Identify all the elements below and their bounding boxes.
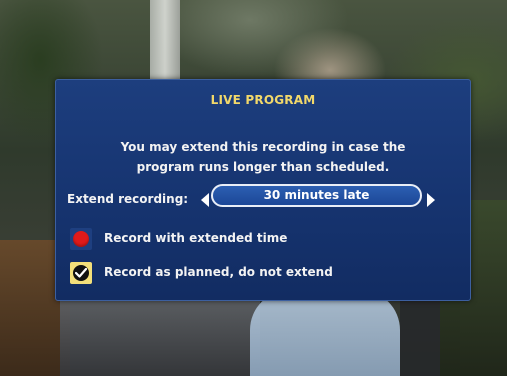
- record-dot-icon: [73, 231, 89, 247]
- dialog-message: You may extend this recording in case th…: [86, 137, 440, 177]
- live-program-dialog: LIVE PROGRAM You may extend this recordi…: [55, 79, 471, 301]
- background-pole: [150, 0, 180, 90]
- arrow-left-icon[interactable]: [201, 193, 209, 207]
- arrow-right-icon[interactable]: [427, 193, 435, 207]
- tv-background: LIVE PROGRAM You may extend this recordi…: [0, 0, 507, 376]
- message-line-1: You may extend this recording in case th…: [120, 140, 406, 154]
- extend-time-selector[interactable]: 30 minutes late: [211, 184, 422, 207]
- option-label-record-as-planned: Record as planned, do not extend: [104, 265, 333, 279]
- option-record-extended[interactable]: Record with extended time: [70, 228, 370, 252]
- record-option-icon-box: [70, 228, 92, 250]
- extend-recording-label: Extend recording:: [67, 192, 189, 206]
- checkmark-icon: [73, 265, 89, 281]
- background-laptop: [60, 300, 260, 376]
- background-person-shirt: [250, 290, 400, 376]
- option-record-as-planned[interactable]: Record as planned, do not extend: [70, 262, 370, 286]
- check-option-icon-box: [70, 262, 92, 284]
- checkmark-glyph: [75, 268, 87, 278]
- option-label-record-extended: Record with extended time: [104, 231, 288, 245]
- message-line-2: program runs longer than scheduled.: [136, 160, 390, 174]
- dialog-title: LIVE PROGRAM: [210, 93, 316, 107]
